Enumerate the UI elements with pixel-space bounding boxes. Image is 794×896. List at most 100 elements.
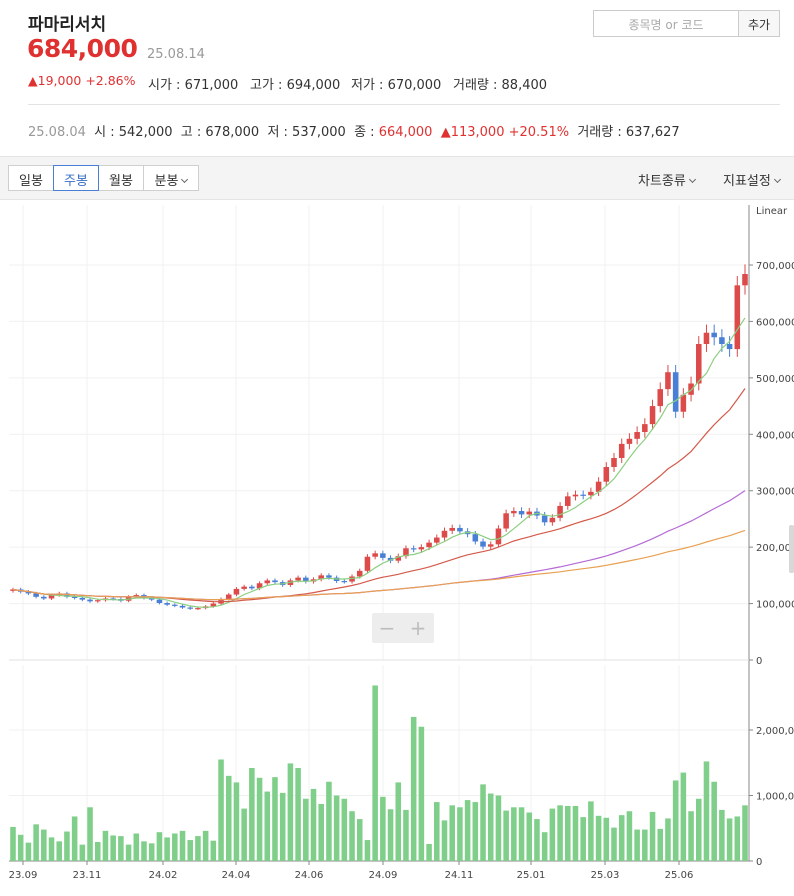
volume-bar — [303, 798, 309, 861]
stock-search-input[interactable]: 종목명 or 코드 — [593, 10, 738, 37]
volume-bar — [634, 829, 640, 861]
volume-bar — [726, 818, 733, 861]
candle-body — [503, 513, 509, 529]
x-tick-label: 23.11 — [73, 870, 102, 881]
volume-bar — [364, 840, 371, 861]
volume-bar — [387, 809, 394, 861]
volume-bar — [595, 815, 602, 861]
candle-body — [87, 599, 93, 602]
volume-bar — [426, 843, 432, 861]
stock-chart[interactable]: 0 100,000 200,000 300,000 400,000 500,000 600,… — [0, 200, 794, 896]
candle-body — [326, 575, 332, 578]
volume-bar — [588, 801, 594, 861]
candle-body — [179, 605, 186, 608]
x-tick-label: 23.09 — [9, 870, 38, 881]
volume-bar — [164, 837, 170, 861]
volume-bar — [225, 775, 232, 861]
indicator-settings-label: 지표설정 — [723, 174, 771, 189]
period-open: 시 : 542,000 — [94, 125, 173, 140]
volume-bar — [249, 767, 255, 861]
candle-body — [695, 344, 702, 384]
chevron-down-icon — [181, 175, 189, 184]
volume-bar — [626, 811, 633, 861]
tab-minute[interactable]: 분봉 — [143, 165, 199, 191]
candle-body — [225, 594, 232, 600]
volume-bar — [25, 842, 32, 861]
candle-body — [711, 332, 717, 338]
candle-body — [649, 406, 656, 425]
volume-bar — [41, 829, 47, 861]
volume-bar — [742, 805, 748, 861]
volume-bar — [557, 805, 563, 861]
volume-bar — [649, 811, 656, 861]
zoom-in-button[interactable]: + — [410, 616, 427, 640]
volume-bar — [179, 830, 186, 861]
volume-bar — [526, 812, 533, 861]
candle-body — [457, 527, 463, 532]
add-stock-button[interactable]: 추가 — [738, 10, 780, 37]
volume-bar — [711, 781, 717, 861]
candle-body — [703, 332, 710, 344]
open-price: 시가 : 671,000 — [148, 78, 239, 93]
candle-body — [195, 608, 201, 610]
x-tick-label: 25.06 — [665, 870, 694, 881]
volume-bar — [580, 817, 586, 861]
x-tick-label: 24.06 — [295, 870, 324, 881]
volume-tick-label: 1,000,000 — [756, 792, 794, 803]
zoom-out-button[interactable]: − — [379, 616, 396, 640]
volume-bar — [618, 815, 625, 861]
volume-tick-label: 0 — [756, 857, 762, 868]
volume-bar — [372, 685, 378, 861]
candle-body — [565, 496, 571, 506]
volume-bar — [279, 792, 286, 861]
candle-body — [642, 424, 648, 433]
volume-bar — [503, 810, 509, 861]
volume-bar — [195, 836, 201, 861]
candle-body — [418, 547, 425, 550]
volume-tick-label: 2,000,000 — [756, 726, 794, 737]
volume-bar — [71, 816, 78, 861]
volume-bar — [272, 777, 278, 861]
volume-bar — [233, 782, 240, 861]
volume-bar — [642, 829, 648, 861]
candle-body — [626, 438, 633, 444]
price-change: ▲19,000 +2.86% — [28, 73, 136, 88]
tab-monthly[interactable]: 월봉 — [98, 165, 144, 191]
candle-body — [611, 457, 617, 468]
trade-volume: 거래량 : 88,400 — [453, 78, 548, 93]
indicator-settings-menu[interactable]: 지표설정 — [723, 170, 781, 189]
tab-daily[interactable]: 일봉 — [8, 165, 54, 191]
x-tick-label: 24.11 — [445, 870, 474, 881]
volume-bar — [295, 767, 301, 861]
candle-body — [341, 581, 348, 583]
candle-body — [410, 548, 417, 550]
scale-label: Linear — [756, 206, 788, 217]
volume-bar — [534, 819, 540, 861]
volume-bar — [349, 811, 355, 861]
candle-body — [94, 600, 101, 602]
volume-bar — [672, 780, 679, 861]
volume-bar — [541, 832, 548, 861]
candle-body — [719, 337, 725, 344]
candle-body — [588, 491, 594, 496]
chart-type-menu[interactable]: 차트종류 — [638, 170, 696, 189]
period-low: 저 : 537,000 — [267, 125, 346, 140]
volume-bar — [264, 791, 271, 861]
candle-body — [164, 603, 170, 605]
candle-body — [634, 432, 640, 439]
volume-bar — [657, 828, 664, 861]
candle-body — [541, 515, 548, 523]
zoom-control[interactable]: − + — [372, 613, 434, 643]
candle-body — [734, 285, 741, 350]
chart-toolbar: 일봉 주봉 월봉 분봉 차트종류 지표설정 — [0, 156, 794, 200]
candle-body — [618, 443, 625, 458]
volume-bar — [464, 800, 471, 861]
period-summary: 25.08.04 시 : 542,000 고 : 678,000 저 : 537… — [28, 121, 680, 140]
candle-body — [71, 596, 78, 598]
stock-name: 파마리서치 — [28, 15, 107, 35]
volume-bar — [118, 836, 124, 861]
candle-body — [33, 593, 39, 597]
volume-bar — [218, 759, 224, 861]
tab-weekly[interactable]: 주봉 — [53, 165, 99, 191]
candle-body — [187, 607, 193, 609]
